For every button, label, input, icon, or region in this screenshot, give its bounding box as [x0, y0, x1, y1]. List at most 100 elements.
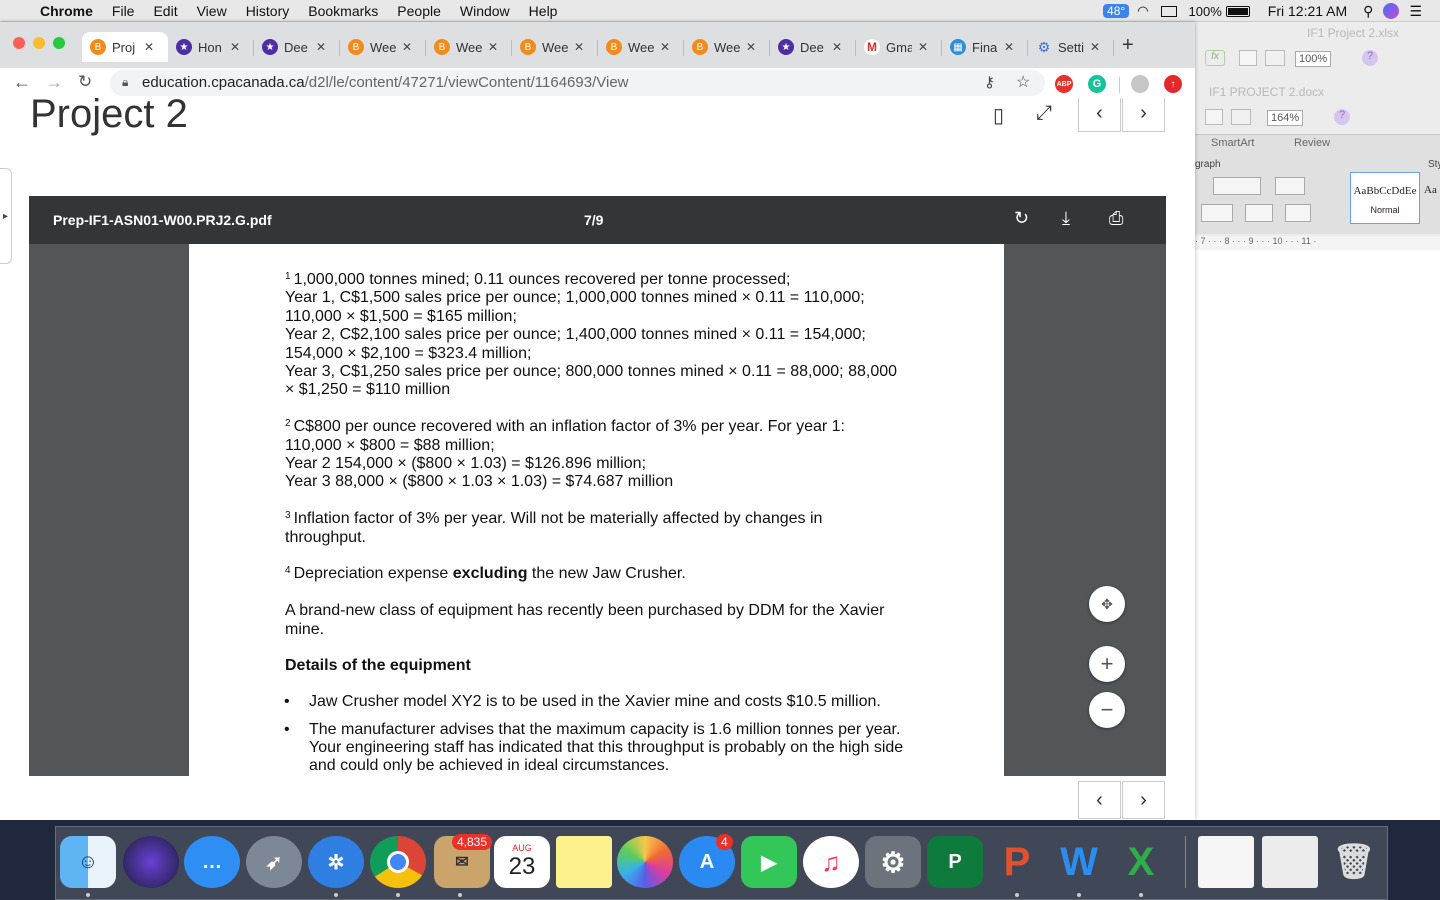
update-alert-icon[interactable]: ↑ [1164, 75, 1182, 93]
previous-topic-button[interactable]: ‹ [1078, 98, 1121, 132]
close-tab-icon[interactable]: ✕ [316, 40, 326, 54]
bookmark-star-icon[interactable]: ☆ [1016, 72, 1030, 92]
tab-7[interactable]: B Wee ✕ [598, 32, 684, 62]
project-p-icon[interactable]: P [927, 836, 983, 888]
profile-avatar-icon[interactable] [1131, 75, 1149, 93]
tab-5[interactable]: B Wee ✕ [426, 32, 512, 62]
word-help-icon[interactable]: ? [1334, 109, 1350, 125]
tab-8[interactable]: B Wee ✕ [684, 32, 770, 62]
clock[interactable]: Fri 12:21 AM [1268, 3, 1347, 19]
close-tab-icon[interactable]: ✕ [660, 40, 670, 54]
tab-smartart[interactable]: SmartArt [1211, 137, 1254, 149]
close-tab-icon[interactable]: ✕ [746, 40, 756, 54]
indent-buttons[interactable] [1213, 177, 1261, 195]
forward-button[interactable]: → [45, 72, 63, 93]
new-tab-button[interactable]: + [1122, 34, 1134, 57]
notes-icon[interactable] [556, 836, 612, 888]
itunes-music-icon[interactable]: ♫ [803, 836, 859, 888]
powerpoint-icon[interactable]: P [989, 836, 1045, 888]
spotlight-search-icon[interactable]: ⚲ [1363, 3, 1373, 20]
back-button[interactable]: ← [13, 72, 31, 93]
tab-review[interactable]: Review [1294, 137, 1330, 149]
shading-button[interactable] [1285, 204, 1311, 222]
excel-help-icon[interactable]: ? [1362, 50, 1378, 66]
excel-toolbar-icon[interactable] [1239, 50, 1257, 66]
menu-edit[interactable]: Edit [153, 3, 177, 19]
siri-dock-icon[interactable] [123, 836, 179, 888]
tab-4[interactable]: B Wee ✕ [340, 32, 426, 62]
key-icon[interactable]: ⚷ [984, 73, 995, 91]
next-topic-button[interactable]: › [1122, 98, 1165, 132]
line-spacing-button[interactable] [1201, 204, 1233, 222]
trash-icon[interactable]: 🗑︎ [1326, 836, 1382, 888]
download-icon[interactable]: ⤓ [1062, 208, 1070, 229]
word-icon[interactable]: W [1051, 836, 1107, 888]
facetime-camera-icon[interactable]: ▶ [741, 836, 797, 888]
finder-icon[interactable]: ☺ [60, 836, 116, 888]
fullscreen-icon[interactable]: ⤢ [1036, 102, 1052, 125]
columns-button[interactable] [1275, 177, 1305, 195]
siri-icon[interactable] [1383, 3, 1400, 19]
tab-9[interactable]: ★ Dee ✕ [770, 32, 856, 62]
adblock-extension-icon[interactable]: ABP [1055, 75, 1073, 93]
system-preferences-gear-icon[interactable]: ⚙ [865, 836, 921, 888]
notification-center-icon[interactable]: ☰ [1409, 3, 1422, 20]
url-text[interactable]: education.cpacanada.ca/d2l/le/content/47… [142, 74, 629, 91]
close-tab-icon[interactable]: ✕ [918, 40, 928, 54]
tab-11[interactable]: ▦ Fina ✕ [942, 32, 1028, 62]
excel-view-icon[interactable] [1265, 50, 1285, 66]
close-tab-icon[interactable]: ✕ [488, 40, 498, 54]
launchpad-rocket-icon[interactable]: ➶ [246, 836, 302, 888]
close-window-button[interactable] [13, 37, 25, 49]
fullscreen-window-button[interactable] [53, 37, 65, 49]
close-tab-icon[interactable]: ✕ [1004, 40, 1014, 54]
style-next-tile[interactable]: Aa [1424, 184, 1437, 196]
menu-app-name[interactable]: Chrome [40, 3, 93, 19]
rotate-icon[interactable]: ↻ [1014, 208, 1029, 229]
weather-status[interactable]: 48° [1103, 4, 1130, 18]
document-thumbnail-icon[interactable] [1198, 836, 1254, 888]
next-topic-bottom-button[interactable]: › [1122, 781, 1165, 819]
menu-window[interactable]: Window [460, 3, 510, 19]
bookmark-icon[interactable]: ▯ [993, 103, 1004, 128]
calendar-icon[interactable]: AUG 23 [494, 836, 550, 888]
reload-button[interactable]: ↻ [78, 72, 92, 92]
borders-button[interactable] [1245, 204, 1273, 222]
messages-bubble-icon[interactable]: … [184, 836, 240, 888]
word-toolbar-icon[interactable] [1205, 109, 1223, 125]
battery-icon[interactable] [1225, 5, 1250, 17]
lock-icon[interactable]: 🔒︎ [122, 75, 128, 90]
menu-people[interactable]: People [397, 3, 441, 19]
close-tab-icon[interactable]: ✕ [402, 40, 412, 54]
menu-help[interactable]: Help [529, 3, 558, 19]
tab-3[interactable]: ★ Dee ✕ [254, 32, 340, 62]
wifi-icon[interactable]: ◠ [1137, 3, 1148, 19]
close-tab-icon[interactable]: ✕ [1090, 40, 1100, 54]
menu-file[interactable]: File [112, 3, 135, 19]
zoom-out-button[interactable]: − [1089, 692, 1125, 728]
style-normal-tile[interactable]: AaBbCcDdEe Normal [1350, 172, 1420, 224]
menu-view[interactable]: View [197, 3, 227, 19]
airplay-icon[interactable] [1160, 5, 1177, 17]
fit-page-button[interactable]: ✥ [1089, 586, 1125, 622]
address-bar[interactable]: 🔒︎ education.cpacanada.ca/d2l/le/content… [110, 70, 1045, 96]
menu-bookmarks[interactable]: Bookmarks [308, 3, 378, 19]
tab-2[interactable]: ★ Hon ✕ [168, 32, 254, 62]
word-zoom-select[interactable]: 164% [1267, 110, 1304, 126]
tab-12[interactable]: ⚙ Setti ✕ [1028, 32, 1114, 62]
previous-topic-bottom-button[interactable]: ‹ [1078, 781, 1121, 819]
menu-history[interactable]: History [246, 3, 290, 19]
function-fx-icon[interactable]: fx [1205, 50, 1225, 66]
tab-10[interactable]: M Gma ✕ [856, 32, 942, 62]
downloads-folder-icon[interactable] [1262, 836, 1318, 888]
grammarly-extension-icon[interactable]: G [1088, 75, 1106, 93]
side-panel-toggle[interactable]: ▸ [0, 168, 12, 264]
tab-6[interactable]: B Wee ✕ [512, 32, 598, 62]
zoom-in-button[interactable]: + [1089, 646, 1125, 682]
close-tab-icon[interactable]: ✕ [230, 40, 240, 54]
excel-icon[interactable]: X [1113, 836, 1169, 888]
tab-1[interactable]: B Proj ✕ [82, 32, 168, 62]
word-view-icon[interactable] [1231, 109, 1251, 125]
close-tab-icon[interactable]: ✕ [574, 40, 584, 54]
photos-icon[interactable] [617, 836, 673, 888]
